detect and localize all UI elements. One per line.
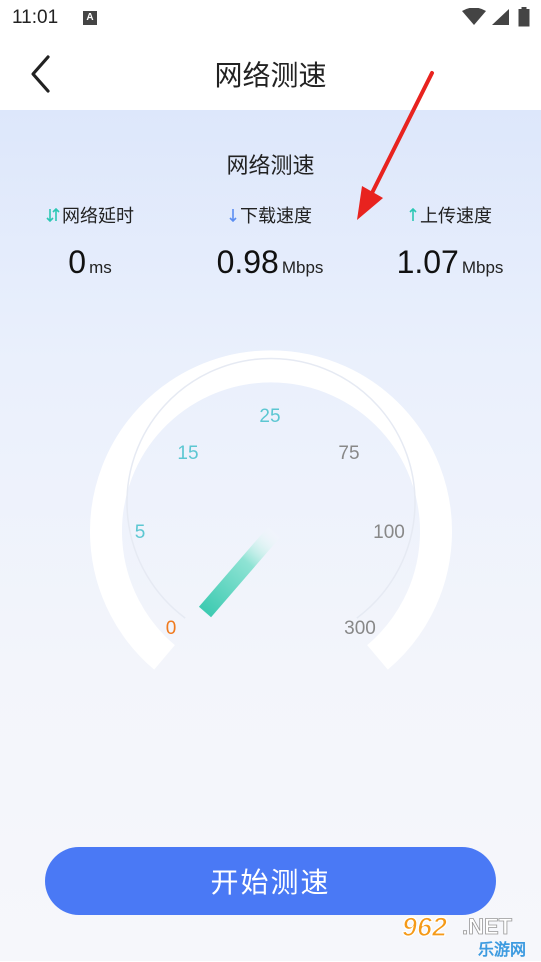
battery-icon xyxy=(518,7,530,27)
signal-icon xyxy=(492,9,509,25)
watermark-logo-icon: 962 .NET 乐游网 xyxy=(401,911,526,959)
page-title: 网络测速 xyxy=(214,59,327,92)
watermark-suffix: .NET xyxy=(462,914,513,939)
gauge-tick-label: 0 xyxy=(166,618,177,639)
gauge-needle xyxy=(198,525,282,618)
gauge-tick-label: 15 xyxy=(177,443,198,464)
app-bar: 网络测速 xyxy=(0,36,541,110)
status-bar: 11:01 A xyxy=(0,0,541,36)
notification-a-icon: A xyxy=(83,11,97,25)
watermark-brand: 962 xyxy=(402,912,447,942)
wifi-icon xyxy=(462,8,486,25)
gauge-tick-label: 300 xyxy=(344,618,376,639)
status-time: 11:01 xyxy=(12,7,59,28)
speed-gauge: 0 5 15 25 75 100 300 xyxy=(90,350,452,670)
gauge-tick-label: 5 xyxy=(135,522,146,543)
gauge-tick-label: 75 xyxy=(338,443,359,464)
watermark-caption: 乐游网 xyxy=(478,940,526,958)
watermark: 962 .NET 乐游网 xyxy=(400,908,538,959)
gauge-tick-label: 25 xyxy=(259,406,280,427)
gauge-tick-label: 100 xyxy=(373,522,405,543)
speed-test-panel: 网络测速 网络延时 0 ms 下载速度 0.98 Mbps 上传速度 1.07 … xyxy=(0,110,541,961)
start-test-button[interactable]: 开始测速 xyxy=(45,847,496,915)
